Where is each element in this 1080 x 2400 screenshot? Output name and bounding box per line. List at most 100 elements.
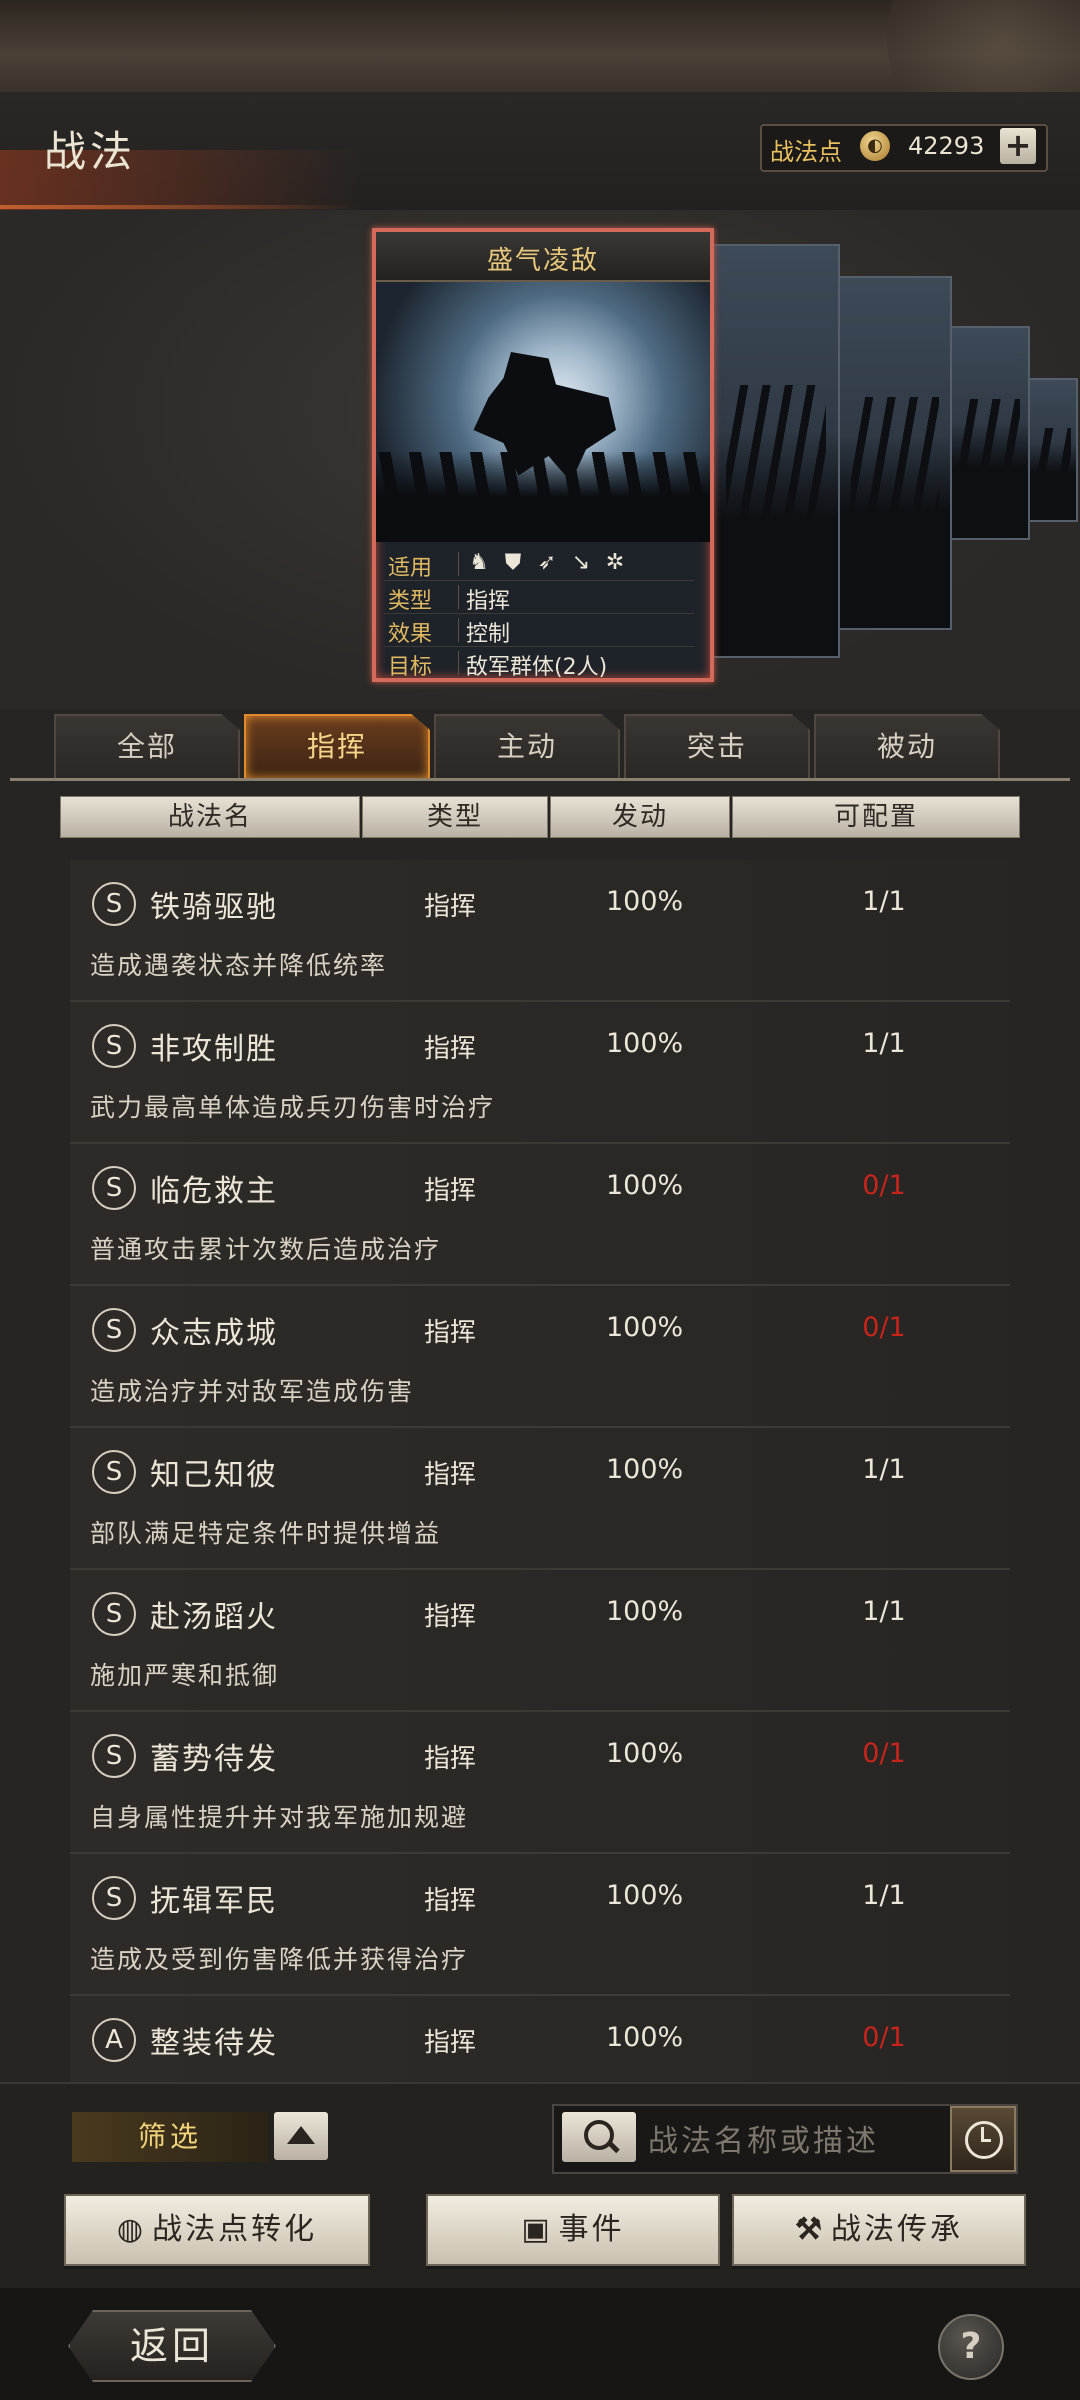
- page-title: 战法: [44, 127, 137, 176]
- tactic-config: 0/1: [862, 1312, 906, 1343]
- stacked-card[interactable]: [838, 276, 952, 630]
- clock-icon[interactable]: [950, 2106, 1016, 2172]
- tactic-name: 众志成城: [150, 1316, 278, 1351]
- list-item[interactable]: A 整装待发 指挥 100% 0/1: [70, 1996, 1010, 2082]
- bow-icon: ➶: [537, 550, 557, 575]
- selected-tactic-card[interactable]: 盛气凌敌 适用 ♞ ⛊ ➶ ↘ ✲ 类型 指挥 效果 控制 目标 敌军群体(2人): [372, 228, 714, 682]
- tactic-config: 1/1: [862, 1880, 906, 1911]
- stacked-card[interactable]: [1024, 378, 1078, 522]
- tactic-rate: 100%: [606, 1170, 684, 1201]
- card-info: 适用 ♞ ⛊ ➶ ↘ ✲ 类型 指挥 效果 控制 目标 敌军群体(2人): [384, 548, 694, 678]
- points-value: 42293: [908, 132, 985, 160]
- tactic-config: 0/1: [862, 1170, 906, 1201]
- shield-icon: ⛊: [504, 550, 522, 575]
- tab-passive[interactable]: 被动: [814, 714, 1000, 778]
- help-icon[interactable]: ?: [938, 2314, 1004, 2380]
- info-key: 效果: [388, 622, 433, 647]
- info-value: 指挥: [466, 589, 511, 614]
- tactic-name: 抚辑军民: [150, 1884, 278, 1919]
- unit-icons: ♞ ⛊ ➶ ↘ ✲: [466, 550, 636, 576]
- tab-all[interactable]: 全部: [54, 714, 240, 778]
- tactic-name: 临危救主: [150, 1174, 278, 1209]
- tactic-config: 0/1: [862, 1738, 906, 1769]
- tactic-type: 指挥: [424, 1602, 477, 1632]
- header-configurable[interactable]: 可配置: [732, 796, 1020, 838]
- tactic-rate: 100%: [606, 1738, 684, 1769]
- tactic-name: 蓄势待发: [150, 1742, 278, 1777]
- events-label: 事件: [558, 2212, 625, 2247]
- list-item[interactable]: S 临危救主 指挥 100% 0/1 普通攻击累计次数后造成治疗: [70, 1144, 1010, 1286]
- info-value: 控制: [466, 622, 511, 647]
- search-placeholder: 战法名称或描述: [648, 2124, 879, 2159]
- tactic-desc: 自身属性提升并对我军施加规避: [90, 1803, 469, 1832]
- tab-divider: [10, 778, 1070, 781]
- soldiers-silhouette: [376, 452, 710, 542]
- tactic-name: 非攻制胜: [150, 1032, 278, 1067]
- card-name: 盛气凌敌: [486, 246, 599, 276]
- info-row-suitable: 适用 ♞ ⛊ ➶ ↘ ✲: [384, 548, 694, 581]
- filter-button[interactable]: 筛选: [72, 2112, 268, 2162]
- header-trigger[interactable]: 发动: [550, 796, 730, 838]
- grade-badge: S: [92, 1592, 136, 1636]
- tactic-name: 整装待发: [150, 2026, 278, 2061]
- tactic-config: 1/1: [862, 1596, 906, 1627]
- top-decoration: [0, 0, 1080, 92]
- events-button[interactable]: ▣ 事件: [426, 2194, 720, 2266]
- header-name[interactable]: 战法名: [60, 796, 360, 838]
- inherit-tactic-button[interactable]: ⚒ 战法传承: [732, 2194, 1026, 2266]
- coin-icon: ◍: [116, 2212, 147, 2247]
- tactic-desc: 造成治疗并对敌军造成伤害: [90, 1377, 415, 1406]
- grade-badge: S: [92, 882, 136, 926]
- wheel-icon: ✲: [605, 550, 625, 575]
- tactic-rate: 100%: [606, 1312, 684, 1343]
- tactic-desc: 造成及受到伤害降低并获得治疗: [90, 1945, 469, 1974]
- tactic-config: 1/1: [862, 886, 906, 917]
- list-item[interactable]: S 铁骑驱驰 指挥 100% 1/1 造成遇袭状态并降低统率: [70, 860, 1010, 1002]
- list-item[interactable]: S 赴汤蹈火 指挥 100% 1/1 施加严寒和抵御: [70, 1570, 1010, 1712]
- info-key: 类型: [388, 589, 433, 614]
- convert-points-button[interactable]: ◍ 战法点转化: [64, 2194, 370, 2266]
- tactic-rate: 100%: [606, 1596, 684, 1627]
- header-type[interactable]: 类型: [362, 796, 548, 838]
- tactic-rate: 100%: [606, 886, 684, 917]
- tactic-desc: 普通攻击累计次数后造成治疗: [90, 1235, 442, 1264]
- grade-badge: S: [92, 1734, 136, 1778]
- convert-points-label: 战法点转化: [152, 2212, 318, 2247]
- tab-assault[interactable]: 突击: [624, 714, 810, 778]
- tactic-type: 指挥: [424, 2028, 477, 2058]
- tactic-desc: 施加严寒和抵御: [90, 1661, 280, 1690]
- info-row-effect: 效果 控制: [384, 614, 694, 647]
- back-button[interactable]: 返回: [68, 2310, 276, 2382]
- tactic-config: 1/1: [862, 1028, 906, 1059]
- hammer-icon: ⚒: [795, 2212, 825, 2247]
- tab-active[interactable]: 主动: [434, 714, 620, 778]
- filter-toggle-up-icon[interactable]: [274, 2112, 328, 2160]
- info-row-target: 目标 敌军群体(2人): [384, 647, 694, 678]
- grade-badge: S: [92, 1450, 136, 1494]
- stacked-card[interactable]: [712, 244, 840, 658]
- stacked-card[interactable]: [946, 326, 1030, 540]
- info-row-type: 类型 指挥: [384, 581, 694, 614]
- header-underline: [0, 205, 360, 209]
- tactics-list[interactable]: S 铁骑驱驰 指挥 100% 1/1 造成遇袭状态并降低统率 S 非攻制胜 指挥…: [70, 860, 1010, 2082]
- search-icon[interactable]: [562, 2112, 636, 2162]
- tactic-desc: 武力最高单体造成兵刃伤害时治疗: [90, 1093, 496, 1122]
- list-item[interactable]: S 抚辑军民 指挥 100% 1/1 造成及受到伤害降低并获得治疗: [70, 1854, 1010, 1996]
- add-points-button[interactable]: +: [1000, 128, 1036, 164]
- inherit-tactic-label: 战法传承: [830, 2212, 963, 2247]
- tactic-name: 赴汤蹈火: [150, 1600, 278, 1635]
- list-item[interactable]: S 非攻制胜 指挥 100% 1/1 武力最高单体造成兵刃伤害时治疗: [70, 1002, 1010, 1144]
- grade-badge: S: [92, 1876, 136, 1920]
- list-item[interactable]: S 蓄势待发 指挥 100% 0/1 自身属性提升并对我军施加规避: [70, 1712, 1010, 1854]
- list-item[interactable]: S 知己知彼 指挥 100% 1/1 部队满足特定条件时提供增益: [70, 1428, 1010, 1570]
- points-label: 战法点: [770, 138, 842, 166]
- tactic-type: 指挥: [424, 892, 477, 922]
- tactic-name: 铁骑驱驰: [150, 890, 278, 925]
- list-item[interactable]: S 众志成城 指挥 100% 0/1 造成治疗并对敌军造成伤害: [70, 1286, 1010, 1428]
- tab-command[interactable]: 指挥: [244, 714, 430, 778]
- tactic-config: 1/1: [862, 1454, 906, 1485]
- tactic-type: 指挥: [424, 1886, 477, 1916]
- tactic-name: 知己知彼: [150, 1458, 278, 1493]
- tactic-rate: 100%: [606, 2022, 684, 2053]
- tactic-rate: 100%: [606, 1028, 684, 1059]
